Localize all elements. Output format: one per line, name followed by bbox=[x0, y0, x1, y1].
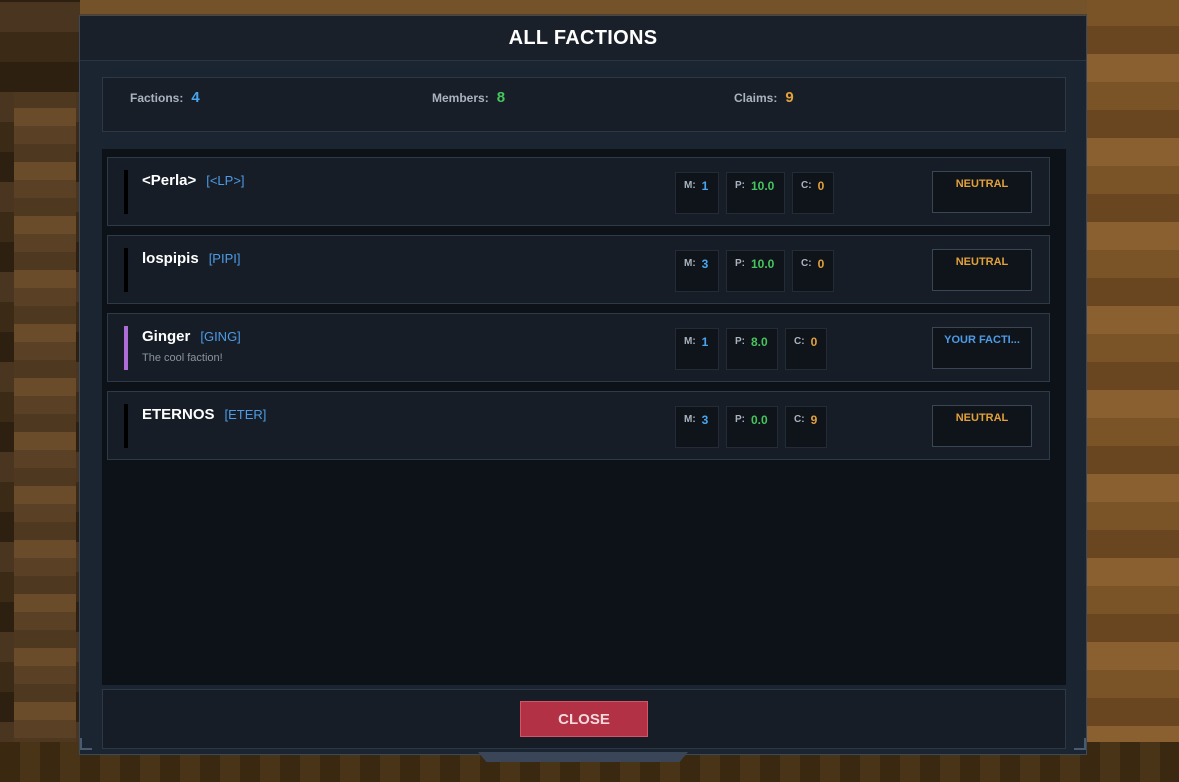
faction-name: lospipis bbox=[142, 250, 199, 267]
members-chip-value: 1 bbox=[701, 335, 709, 349]
close-button[interactable]: CLOSE bbox=[520, 701, 648, 737]
modal-title: ALL FACTIONS bbox=[508, 26, 658, 49]
relation-badge[interactable]: NEUTRAL bbox=[932, 171, 1032, 213]
power-chip: P: 8.0 bbox=[726, 328, 778, 370]
faction-title: lospipis [PIPI] bbox=[142, 250, 240, 267]
claims-chip-value: 0 bbox=[817, 257, 825, 271]
claims-chip: C: 0 bbox=[792, 172, 834, 214]
stat-factions: Factions: 4 bbox=[130, 89, 200, 106]
claims-chip-label: C: bbox=[794, 414, 805, 425]
power-chip-value: 10.0 bbox=[751, 257, 775, 271]
faction-row[interactable]: Ginger [GING] The cool faction! M: 1 P: … bbox=[107, 313, 1050, 382]
faction-title: ETERNOS [ETER] bbox=[142, 406, 266, 423]
power-chip-label: P: bbox=[735, 336, 745, 347]
claims-chip-value: 0 bbox=[810, 335, 818, 349]
claims-chip-label: C: bbox=[801, 180, 812, 191]
stat-members-value: 8 bbox=[496, 89, 506, 106]
power-chip-value: 8.0 bbox=[751, 335, 768, 349]
all-factions-modal: ALL FACTIONS Factions: 4 Members: 8 Clai… bbox=[79, 15, 1087, 755]
faction-name: Ginger bbox=[142, 328, 191, 345]
faction-title: <Perla> [<LP>] bbox=[142, 172, 245, 189]
relation-badge[interactable]: NEUTRAL bbox=[932, 405, 1032, 447]
faction-row[interactable]: <Perla> [<LP>] M: 1 P: 10.0 C: 0 NEUTRAL bbox=[107, 157, 1050, 226]
power-chip: P: 10.0 bbox=[726, 172, 785, 214]
faction-tag: [<LP>] bbox=[206, 173, 245, 188]
claims-chip: C: 0 bbox=[792, 250, 834, 292]
members-chip-label: M: bbox=[684, 336, 696, 347]
claims-chip-value: 9 bbox=[810, 413, 818, 427]
faction-title: Ginger [GING] bbox=[142, 328, 241, 345]
modal-header: ALL FACTIONS bbox=[80, 16, 1086, 61]
faction-color-bar bbox=[124, 170, 128, 214]
members-chip-label: M: bbox=[684, 414, 696, 425]
power-chip-label: P: bbox=[735, 258, 745, 269]
modal-bottom-tab-decoration bbox=[478, 752, 688, 762]
claims-chip-label: C: bbox=[801, 258, 812, 269]
claims-chip-label: C: bbox=[794, 336, 805, 347]
stat-claims-label: Claims: bbox=[734, 91, 778, 105]
claims-chip: C: 0 bbox=[785, 328, 827, 370]
members-chip: M: 1 bbox=[675, 328, 719, 370]
power-chip-label: P: bbox=[735, 180, 745, 191]
power-chip: P: 0.0 bbox=[726, 406, 778, 448]
modal-corner-decoration-right bbox=[1074, 738, 1086, 750]
faction-description: The cool faction! bbox=[142, 352, 223, 364]
faction-tag: [ETER] bbox=[224, 407, 267, 422]
faction-color-bar bbox=[124, 248, 128, 292]
faction-name: ETERNOS bbox=[142, 406, 215, 423]
stat-claims: Claims: 9 bbox=[734, 89, 794, 106]
stat-members-label: Members: bbox=[432, 91, 489, 105]
wooden-wall-right bbox=[1087, 0, 1179, 782]
faction-color-bar bbox=[124, 404, 128, 448]
wooden-beam bbox=[14, 92, 76, 782]
power-chip-value: 10.0 bbox=[751, 179, 775, 193]
relation-badge[interactable]: NEUTRAL bbox=[932, 249, 1032, 291]
summary-panel: Factions: 4 Members: 8 Claims: 9 bbox=[102, 77, 1066, 132]
members-chip-value: 3 bbox=[701, 257, 709, 271]
stat-members: Members: 8 bbox=[432, 89, 505, 106]
power-chip-value: 0.0 bbox=[751, 413, 768, 427]
claims-chip: C: 9 bbox=[785, 406, 827, 448]
modal-corner-decoration-left bbox=[80, 738, 92, 750]
faction-row[interactable]: lospipis [PIPI] M: 3 P: 10.0 C: 0 NEUTRA… bbox=[107, 235, 1050, 304]
stat-claims-value: 9 bbox=[785, 89, 794, 106]
members-chip: M: 3 bbox=[675, 406, 719, 448]
members-chip-label: M: bbox=[684, 258, 696, 269]
power-chip: P: 10.0 bbox=[726, 250, 785, 292]
modal-footer: CLOSE bbox=[102, 689, 1066, 749]
faction-list[interactable]: <Perla> [<LP>] M: 1 P: 10.0 C: 0 NEUTRAL… bbox=[102, 149, 1066, 685]
members-chip: M: 3 bbox=[675, 250, 719, 292]
faction-tag: [GING] bbox=[200, 329, 241, 344]
members-chip-label: M: bbox=[684, 180, 696, 191]
stat-factions-label: Factions: bbox=[130, 91, 184, 105]
members-chip-value: 1 bbox=[701, 179, 709, 193]
relation-badge[interactable]: YOUR FACTI... bbox=[932, 327, 1032, 369]
members-chip: M: 1 bbox=[675, 172, 719, 214]
faction-row[interactable]: ETERNOS [ETER] M: 3 P: 0.0 C: 9 NEUTRAL bbox=[107, 391, 1050, 460]
faction-name: <Perla> bbox=[142, 172, 197, 189]
faction-tag: [PIPI] bbox=[208, 251, 241, 266]
members-chip-value: 3 bbox=[701, 413, 709, 427]
stat-factions-value: 4 bbox=[191, 89, 200, 106]
faction-color-bar bbox=[124, 326, 128, 370]
power-chip-label: P: bbox=[735, 414, 745, 425]
claims-chip-value: 0 bbox=[817, 179, 825, 193]
